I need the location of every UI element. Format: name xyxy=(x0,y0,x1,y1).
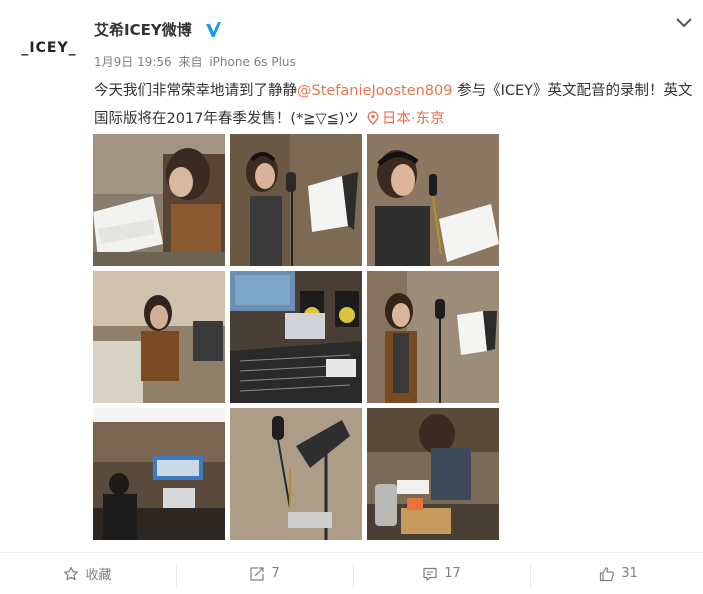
like-button[interactable]: 31 xyxy=(531,553,703,594)
post-text: 今天我们非常荣幸地请到了静静@StefanieJoosten809 参与《ICE… xyxy=(94,77,694,133)
location-label: 日本·东京 xyxy=(381,111,445,127)
repost-button[interactable]: 7 xyxy=(177,553,352,594)
photo-3-image xyxy=(367,134,499,266)
photo-2-image xyxy=(230,134,362,266)
photo-5-image xyxy=(230,271,362,403)
photo-9[interactable] xyxy=(367,408,499,540)
photo-8-image xyxy=(230,408,362,540)
like-count: 31 xyxy=(621,566,638,581)
repost-count: 7 xyxy=(271,566,280,581)
favorite-button[interactable]: 收藏 xyxy=(0,553,175,594)
verified-icon xyxy=(206,22,221,37)
comment-icon xyxy=(423,567,437,581)
star-icon xyxy=(64,566,79,580)
photo-3[interactable] xyxy=(367,134,499,266)
photo-4[interactable] xyxy=(93,271,225,403)
photo-4-image xyxy=(93,271,225,403)
thumbs-up-icon xyxy=(600,566,615,581)
photo-7[interactable] xyxy=(93,408,225,540)
photo-6[interactable] xyxy=(367,271,499,403)
location-link[interactable]: 日本·东京 xyxy=(359,111,445,127)
repost-icon xyxy=(250,566,264,581)
comment-count: 17 xyxy=(444,566,461,581)
photo-9-image xyxy=(367,408,499,540)
post-meta: 1月9日 19:56 来自 iPhone 6s Plus xyxy=(94,53,299,70)
photo-2[interactable] xyxy=(230,134,362,266)
photo-grid xyxy=(93,134,499,540)
action-bar: 收藏 7 17 31 xyxy=(0,553,703,594)
photo-8[interactable] xyxy=(230,408,362,540)
photo-6-image xyxy=(367,271,499,403)
photo-1[interactable] xyxy=(93,134,225,266)
post-source: iPhone 6s Plus xyxy=(209,55,296,69)
source-prefix: 来自 xyxy=(178,55,203,69)
mention-link[interactable]: @StefanieJoosten809 xyxy=(297,83,453,99)
comment-button[interactable]: 17 xyxy=(354,553,529,594)
username[interactable]: 艾希ICEY微博 xyxy=(94,19,192,40)
photo-5[interactable] xyxy=(230,271,362,403)
photo-7-image xyxy=(93,408,225,540)
post-date[interactable]: 1月9日 19:56 xyxy=(94,55,172,69)
avatar-logo-text: _ICEY_ xyxy=(21,40,77,56)
avatar[interactable]: _ICEY_ xyxy=(18,22,80,74)
text-before: 今天我们非常荣幸地请到了静静 xyxy=(94,83,297,99)
location-pin-icon xyxy=(367,111,379,125)
photo-1-image xyxy=(93,134,225,266)
chevron-down-icon[interactable] xyxy=(675,16,693,30)
favorite-label: 收藏 xyxy=(85,568,112,583)
weibo-post-card: _ICEY_ 艾希ICEY微博 1月9日 19:56 来自 iPhone 6s … xyxy=(0,0,703,594)
